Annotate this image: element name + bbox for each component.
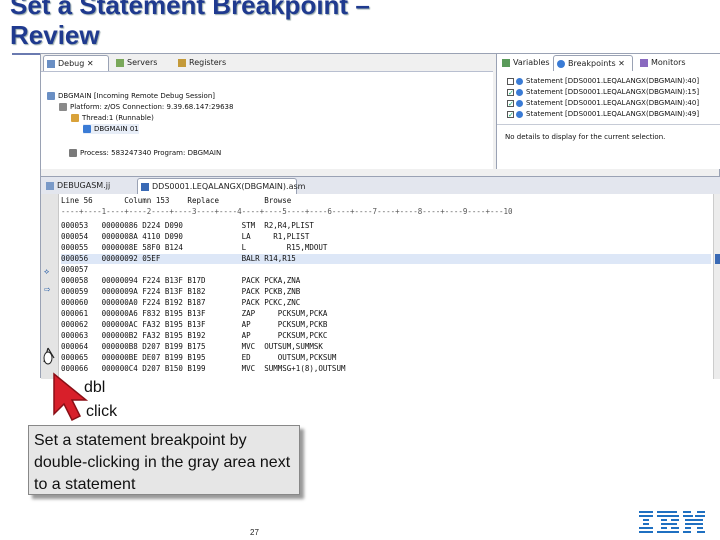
divider [497, 124, 720, 125]
breakpoint-checkbox[interactable]: ✓ [507, 110, 514, 118]
page-number: 27 [250, 528, 259, 537]
tree-item-process[interactable]: Process: 583247340 Program: DBGMAIN [69, 148, 221, 158]
code-line[interactable]: 000053 00000086 D224 D090 STM R2,R4,PLIS… [61, 221, 314, 231]
breakpoint-item[interactable]: ✓ Statement [DDS0001.LEQALANGX(DBGMAIN):4… [507, 109, 699, 119]
tab-registers[interactable]: Registers [175, 55, 237, 71]
mouse-pointer-icon [43, 347, 89, 422]
editor-scrollbar[interactable] [713, 194, 720, 379]
stack-frame-icon [83, 125, 91, 133]
code-line[interactable]: 000054 0000008A 4110 D090 LA R1,PLIST [61, 232, 309, 242]
breakpoint-item[interactable]: ✓ Statement [DDS0001.LEQALANGX(DBGMAIN):1… [507, 87, 699, 97]
breakpoint-icon [516, 99, 523, 107]
code-line[interactable]: 000065 000000BE DE07 B199 B195 ED OUTSUM… [61, 353, 336, 363]
tab-debugasm[interactable]: DEBUGASM.jj [43, 178, 133, 194]
editor-ruler: ----+----1----+----2----+----3----+----4… [61, 207, 513, 216]
ibm-logo [639, 511, 705, 533]
variables-icon [502, 59, 510, 67]
tree-item-thread[interactable]: Thread:1 (Runnable) [71, 113, 154, 123]
title-line-2: Review [10, 20, 100, 50]
instruction-pointer-icon: ⇨ [44, 285, 51, 294]
no-details-text: No details to display for the current se… [505, 133, 666, 141]
debug-view: DBGMAIN [Incoming Remote Debug Session] … [41, 71, 493, 169]
registers-icon [178, 59, 186, 67]
tree-item-platform[interactable]: Platform: z/OS Connection: 9.39.68.147:2… [59, 102, 233, 112]
editor-tabs: DEBUGASM.jj DDS0001.LEQALANGX(DBGMAIN).a… [41, 176, 720, 207]
title-line-1: Set a Statement Breakpoint – [10, 0, 370, 20]
code-line[interactable]: 000055 0000008E 58F0 B124 L R15,MDOUT [61, 243, 327, 253]
session-icon [47, 92, 55, 100]
breakpoint-item[interactable]: ✓ Statement [DDS0001.LEQALANGX(DBGMAIN):4… [507, 98, 699, 108]
monitors-icon [640, 59, 648, 67]
file-icon [46, 182, 54, 190]
breakpoint-icon [516, 77, 523, 85]
tab-servers[interactable]: Servers [113, 55, 173, 71]
breakpoint-icon [516, 110, 523, 118]
thread-icon [71, 114, 79, 122]
debug-icon [47, 60, 55, 68]
platform-icon [59, 103, 67, 111]
code-line[interactable]: 000060 000000A0 F224 B192 B187 PACK PCKC… [61, 298, 300, 308]
file-icon [141, 183, 149, 191]
breakpoint-marker-icon[interactable]: ⟡ [44, 268, 54, 276]
ide-window: Debug ✕ Servers Registers DBGMAIN [Incom… [40, 53, 720, 379]
editor-header: Line 56 Column 153 Replace Browse [61, 196, 292, 205]
breakpoint-icon [516, 88, 523, 96]
code-line[interactable]: 000062 000000AC FA32 B195 B13F AP PCKSUM… [61, 320, 327, 330]
slide-title: Set a Statement Breakpoint – Review [10, 0, 570, 50]
code-line[interactable]: 000059 0000009A F224 B13F B182 PACK PCKB… [61, 287, 300, 297]
breakpoint-checkbox[interactable]: ✓ [507, 88, 514, 96]
breakpoints-icon [557, 60, 565, 68]
breakpoint-item[interactable]: Statement [DDS0001.LEQALANGX(DBGMAIN):40… [507, 76, 699, 86]
tab-breakpoints[interactable]: Breakpoints ✕ [553, 55, 633, 71]
process-icon [69, 149, 77, 157]
code-line[interactable]: 000061 000000A6 F832 B195 B13F ZAP PCKSU… [61, 309, 327, 319]
tree-item-session[interactable]: DBGMAIN [Incoming Remote Debug Session] [47, 91, 215, 101]
code-line[interactable]: 000057 [61, 265, 88, 275]
breakpoint-checkbox[interactable]: ✓ [507, 99, 514, 107]
code-line-current[interactable]: 000056 00000092 05EF BALR R14,R15 [61, 254, 711, 264]
code-line[interactable]: 000066 000000C4 D207 B150 B199 MVC SUMMS… [61, 364, 345, 374]
tab-dbgmain-asm[interactable]: DDS0001.LEQALANGX(DBGMAIN).asm ✕ [137, 178, 305, 207]
callout-box: Set a statement breakpoint by double-cli… [28, 425, 300, 495]
scroll-marker [715, 254, 720, 264]
tab-debug[interactable]: Debug ✕ [43, 55, 109, 71]
servers-icon [116, 59, 124, 67]
code-line[interactable]: 000058 00000094 F224 B13F B17D PACK PCKA… [61, 276, 300, 286]
code-editor[interactable]: Line 56 Column 153 Replace Browse ----+-… [41, 194, 720, 379]
tab-monitors[interactable]: Monitors [637, 55, 697, 71]
tab-variables[interactable]: Variables [499, 55, 551, 71]
breakpoints-view: Variables Breakpoints ✕ Monitors Stateme… [496, 54, 720, 169]
breakpoint-checkbox[interactable] [507, 77, 514, 85]
tree-item-frame[interactable]: DBGMAIN 01 [83, 124, 139, 134]
